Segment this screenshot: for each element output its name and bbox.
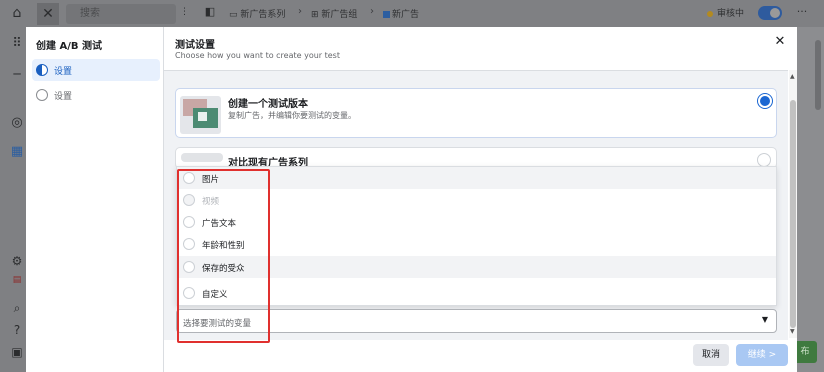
next-button[interactable]: 继续 > bbox=[736, 344, 788, 366]
highlight-annotation bbox=[177, 169, 270, 343]
status-badge: 审核中 bbox=[707, 6, 744, 19]
thumbnail-shape bbox=[198, 112, 207, 121]
option-radio[interactable] bbox=[757, 153, 771, 167]
more-button[interactable]: ··· bbox=[790, 4, 814, 24]
scroll-up-icon[interactable]: ▲ bbox=[790, 73, 795, 80]
close-editor-button[interactable]: ✕ bbox=[37, 3, 59, 25]
breadcrumb-campaign[interactable]: ▭ 新广告系列 bbox=[229, 7, 285, 20]
report-icon[interactable]: ▣ bbox=[7, 345, 27, 359]
sidebar-step-setup[interactable]: 设置 bbox=[32, 59, 160, 81]
notifications-icon[interactable]: ▤ bbox=[7, 275, 27, 285]
scrollbar-thumb[interactable] bbox=[790, 100, 796, 328]
status-dot-icon bbox=[707, 10, 713, 17]
cancel-button[interactable]: 取消 bbox=[693, 344, 729, 366]
compare-thumbnail-icon bbox=[181, 153, 223, 162]
settings-icon[interactable]: ⚙ bbox=[7, 254, 27, 268]
panel-toggle-icon[interactable]: ◧ bbox=[200, 5, 220, 18]
chevron-right-icon: › bbox=[298, 6, 302, 17]
step-empty-icon bbox=[36, 89, 48, 101]
table-icon[interactable]: ▦ bbox=[7, 144, 27, 159]
step-progress-icon bbox=[36, 64, 48, 76]
dashboard-icon[interactable]: ◎ bbox=[7, 115, 27, 130]
folder-icon: ▭ bbox=[229, 10, 238, 20]
grid-icon: ⊞ bbox=[311, 10, 319, 20]
apps-grid-icon[interactable]: ⠿ bbox=[7, 36, 27, 51]
caret-down-icon: ▼ bbox=[761, 315, 768, 324]
ad-icon bbox=[383, 11, 390, 18]
sidebar-step-label: 设置 bbox=[54, 92, 73, 102]
breadcrumb-ad[interactable]: 新广告 bbox=[383, 7, 419, 20]
option-description: 复制广告，并编辑你要测试的变量。 bbox=[228, 111, 356, 120]
sidebar-title: 创建 A/B 测试 bbox=[36, 41, 102, 52]
scroll-down-icon[interactable]: ▼ bbox=[790, 328, 795, 335]
dialog-subtitle: Choose how you want to create your test bbox=[175, 51, 340, 60]
home-icon[interactable]: ⌂ bbox=[7, 5, 27, 21]
drag-handle-icon[interactable]: ⋮ bbox=[180, 7, 189, 17]
dialog-title: 测试设置 bbox=[175, 40, 215, 51]
chevron-right-icon: › bbox=[370, 6, 374, 17]
search-input[interactable]: 搜索 bbox=[66, 4, 176, 24]
ad-toggle[interactable] bbox=[758, 6, 782, 20]
option-title: 创建一个测试版本 bbox=[228, 99, 308, 110]
close-dialog-button[interactable]: ✕ bbox=[772, 34, 788, 50]
search-icon[interactable]: ⌕ bbox=[7, 301, 27, 316]
sidebar-step-label: 设置 bbox=[54, 67, 73, 77]
breadcrumb-adset[interactable]: ⊞ 新广告组 bbox=[311, 7, 357, 20]
background-scrollbar[interactable] bbox=[815, 40, 821, 110]
option-radio-selected[interactable] bbox=[760, 96, 770, 106]
help-icon[interactable]: ? bbox=[7, 323, 27, 337]
minus-icon[interactable]: ─ bbox=[7, 67, 27, 81]
sidebar-step-setup-2[interactable]: 设置 bbox=[32, 84, 160, 106]
